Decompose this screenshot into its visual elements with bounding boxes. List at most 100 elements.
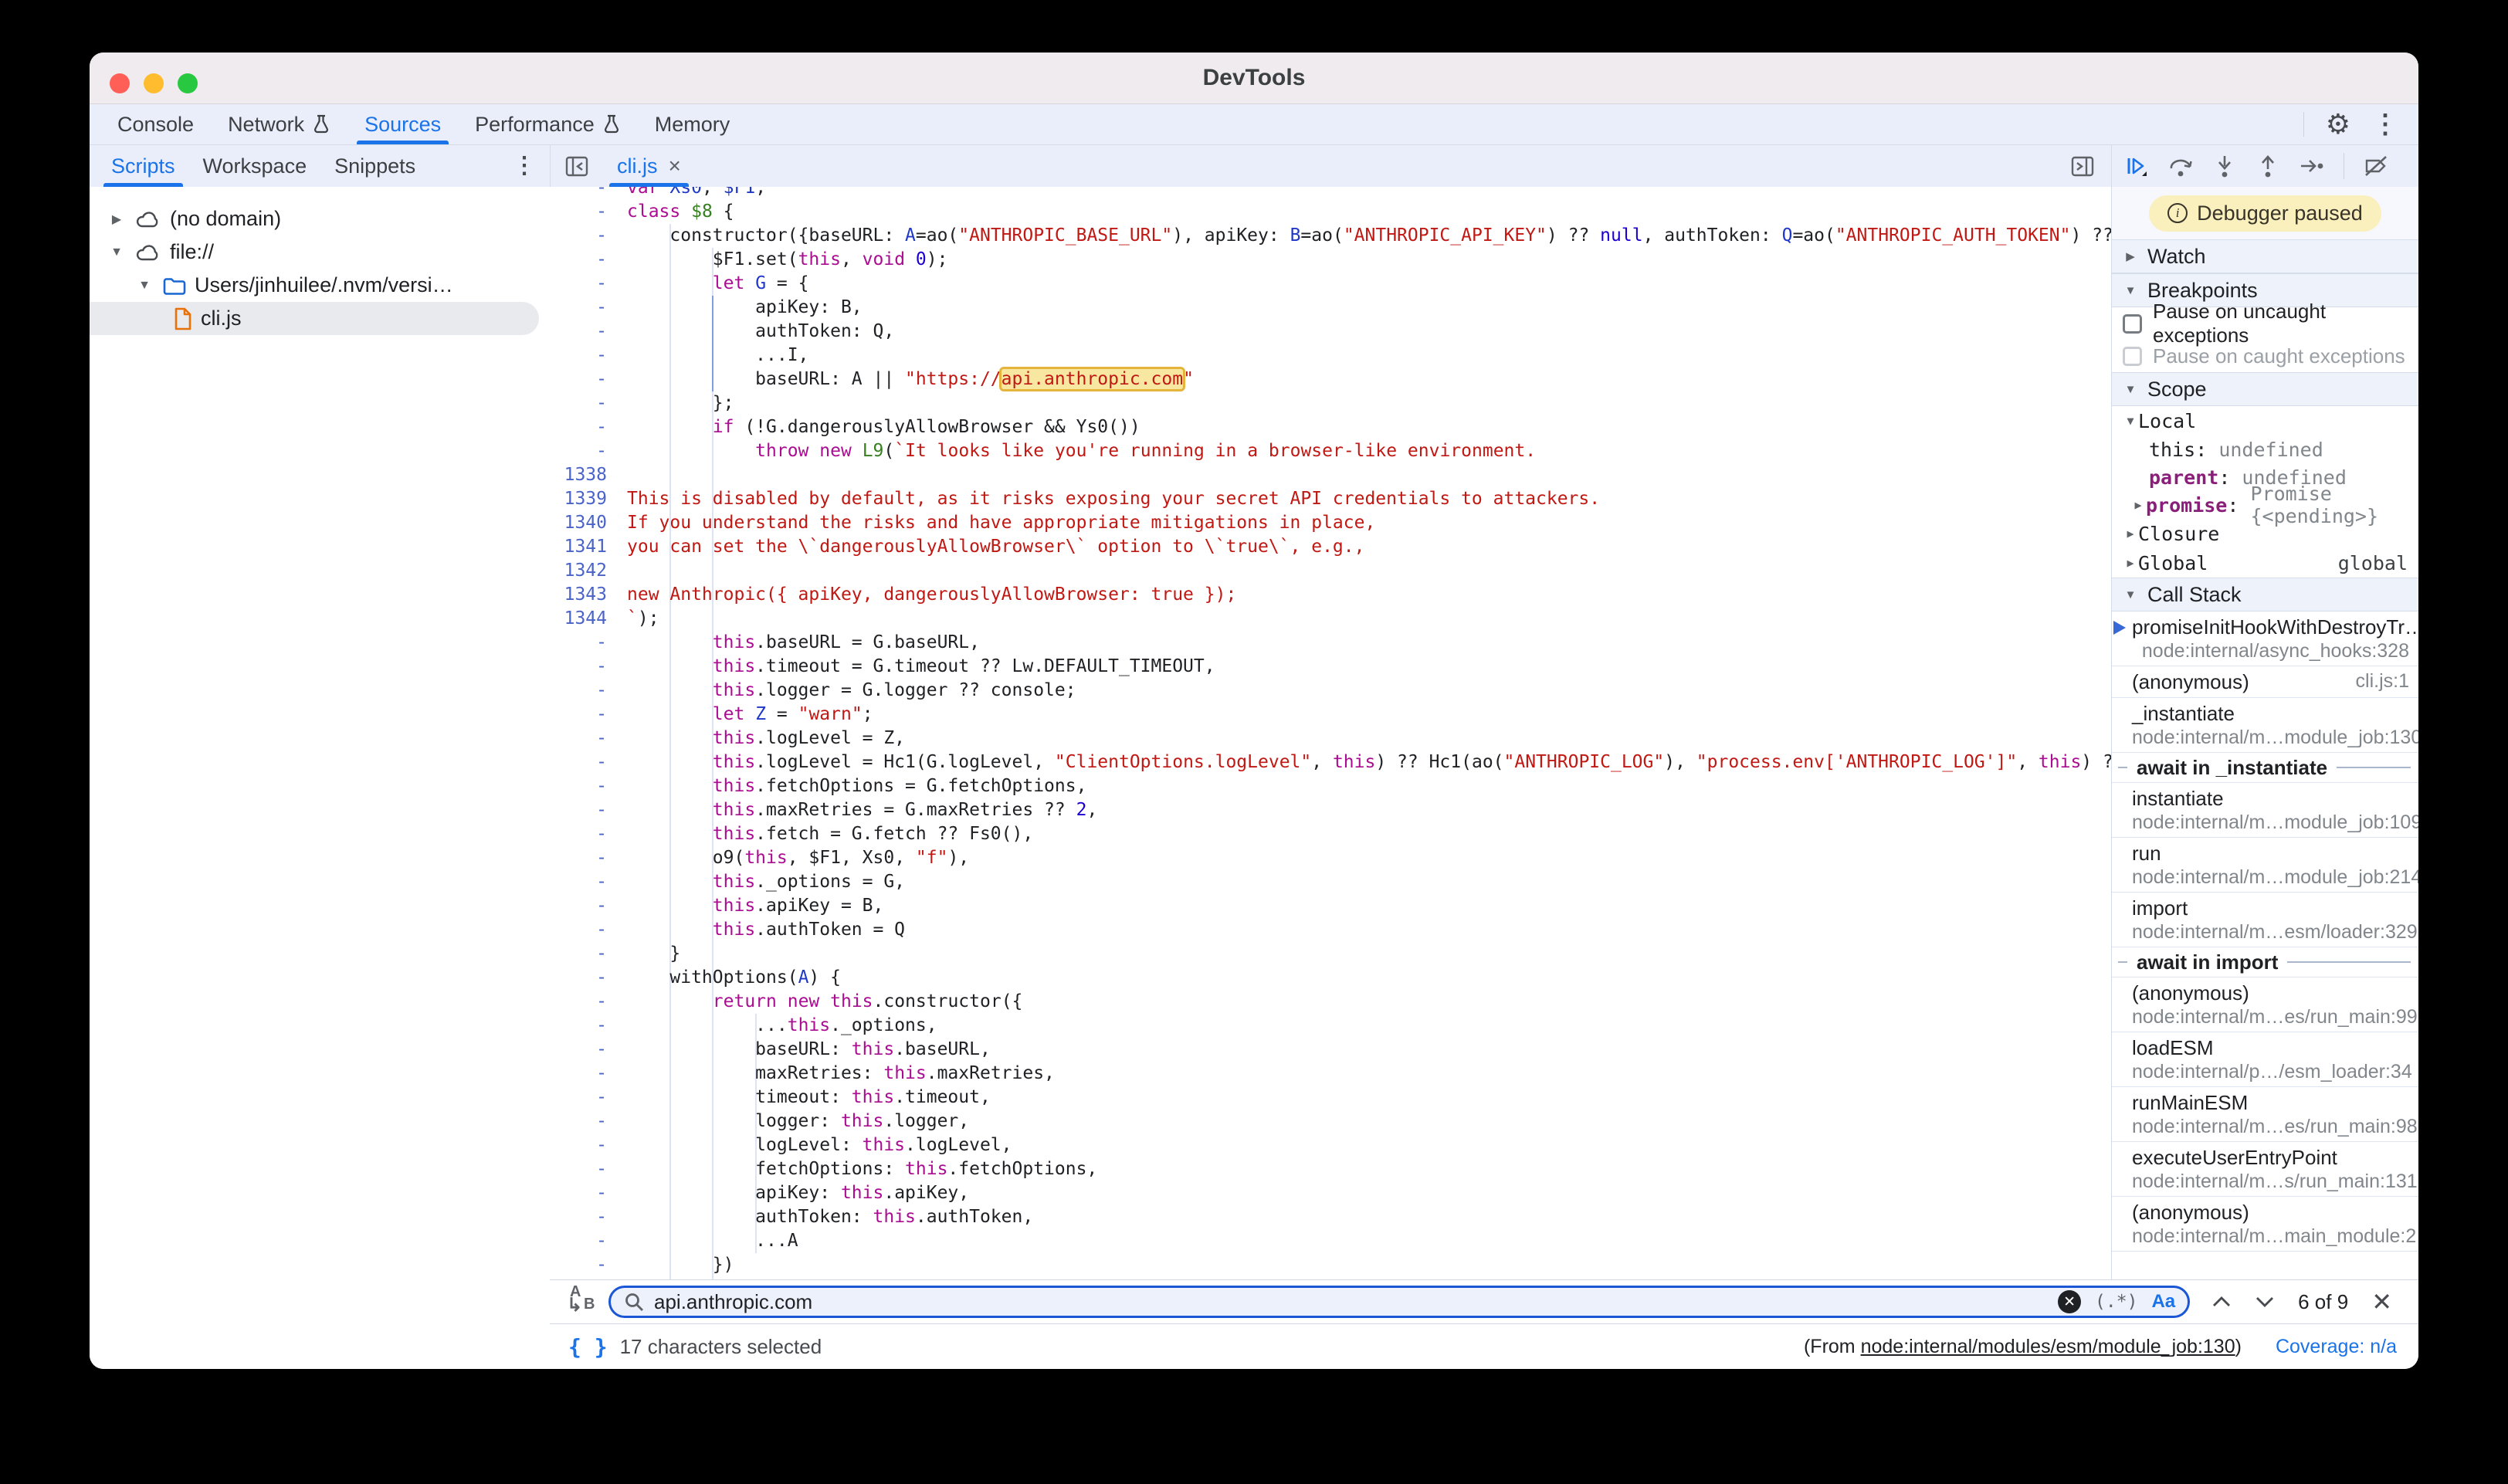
- code-line[interactable]: - }: [550, 1277, 2111, 1279]
- deactivate-breakpoints-icon[interactable]: [2363, 154, 2389, 178]
- code-line[interactable]: - ...I,: [550, 344, 2111, 368]
- chevron-right-icon[interactable]: ▶: [2123, 556, 2138, 570]
- code-line[interactable]: - if (!G.dangerouslyAllowBrowser && Ys0(…: [550, 415, 2111, 439]
- code-line[interactable]: - authToken: Q,: [550, 320, 2111, 344]
- scope-var-this[interactable]: this: undefined: [2112, 435, 2418, 463]
- gutter-line-number[interactable]: 1338: [550, 463, 624, 487]
- chevron-down-icon[interactable]: ▼: [2123, 284, 2138, 297]
- gutter-line-number[interactable]: -: [550, 224, 624, 248]
- code-line[interactable]: - this.apiKey = B,: [550, 894, 2111, 918]
- gutter-line-number[interactable]: 1339: [550, 487, 624, 511]
- scope-global[interactable]: ▶ Global global: [2112, 548, 2418, 578]
- next-match-icon[interactable]: [2255, 1295, 2275, 1309]
- call-stack-frame[interactable]: runnode:internal/m…module_job:214: [2112, 838, 2418, 893]
- tree-item-file-root[interactable]: ▼ file://: [90, 235, 550, 269]
- code-line[interactable]: 1343new Anthropic({ apiKey, dangerouslyA…: [550, 583, 2111, 607]
- gutter-line-number[interactable]: -: [550, 1277, 624, 1279]
- gutter-line-number[interactable]: -: [550, 822, 624, 846]
- call-stack-frame[interactable]: (anonymous)node:internal/m…es/run_main:9…: [2112, 977, 2418, 1032]
- code-line[interactable]: 1344`);: [550, 607, 2111, 631]
- code-line[interactable]: - this.logLevel = Z,: [550, 727, 2111, 750]
- code-line[interactable]: - baseURL: A || "https://api.anthropic.c…: [550, 368, 2111, 391]
- code-line[interactable]: - apiKey: this.apiKey,: [550, 1181, 2111, 1205]
- gutter-line-number[interactable]: -: [550, 703, 624, 727]
- code-line[interactable]: -class $8 {: [550, 200, 2111, 224]
- code-line[interactable]: - $F1.set(this, void 0);: [550, 248, 2111, 272]
- chevron-down-icon[interactable]: ▼: [2123, 414, 2138, 428]
- code-line[interactable]: - let Z = "warn";: [550, 703, 2111, 727]
- gutter-line-number[interactable]: 1340: [550, 511, 624, 535]
- gutter-line-number[interactable]: 1343: [550, 583, 624, 607]
- gutter-line-number[interactable]: -: [550, 1229, 624, 1253]
- regex-toggle[interactable]: (.*): [2095, 1292, 2137, 1312]
- code-line[interactable]: - o9(this, $F1, Xs0, "f"),: [550, 846, 2111, 870]
- code-line[interactable]: - logger: this.logger,: [550, 1110, 2111, 1133]
- settings-gear-icon[interactable]: ⚙: [2326, 110, 2350, 138]
- gutter-line-number[interactable]: 1342: [550, 559, 624, 583]
- checkbox[interactable]: [2123, 347, 2142, 366]
- gutter-line-number[interactable]: -: [550, 415, 624, 439]
- gutter-line-number[interactable]: -: [550, 1133, 624, 1157]
- gutter-line-number[interactable]: -: [550, 1253, 624, 1277]
- gutter-line-number[interactable]: -: [550, 272, 624, 296]
- gutter-line-number[interactable]: -: [550, 966, 624, 990]
- code-line[interactable]: - this.timeout = G.timeout ?? Lw.DEFAULT…: [550, 655, 2111, 679]
- call-stack-frame[interactable]: loadESMnode:internal/p…/esm_loader:34: [2112, 1032, 2418, 1087]
- resume-script-icon[interactable]: [2124, 154, 2149, 178]
- code-line[interactable]: - };: [550, 391, 2111, 415]
- code-line[interactable]: - this.authToken = Q: [550, 918, 2111, 942]
- call-stack-frame[interactable]: (anonymous)cli.js:1: [2112, 666, 2418, 698]
- code-line[interactable]: 1342: [550, 559, 2111, 583]
- gutter-line-number[interactable]: -: [550, 655, 624, 679]
- gutter-line-number[interactable]: -: [550, 1157, 624, 1181]
- code-line[interactable]: - return new this.constructor({: [550, 990, 2111, 1014]
- call-stack-frame[interactable]: instantiatenode:internal/m…module_job:10…: [2112, 783, 2418, 838]
- pause-uncaught-exceptions-row[interactable]: Pause on uncaught exceptions: [2112, 307, 2418, 340]
- call-stack-frame[interactable]: _instantiatenode:internal/m…module_job:1…: [2112, 698, 2418, 753]
- code-line[interactable]: - timeout: this.timeout,: [550, 1086, 2111, 1110]
- call-stack-frame[interactable]: (anonymous)node:internal/m…main_module:2: [2112, 1197, 2418, 1252]
- tab-scripts[interactable]: Scripts: [97, 145, 189, 187]
- step-over-icon[interactable]: [2167, 154, 2194, 178]
- tree-item-no-domain[interactable]: ▶ (no domain): [90, 202, 550, 235]
- call-stack-frame[interactable]: promiseInitHookWithDestroyTr…node:intern…: [2112, 612, 2418, 666]
- chevron-right-icon[interactable]: ▶: [2123, 249, 2138, 263]
- hide-navigator-icon[interactable]: [564, 154, 589, 178]
- gutter-line-number[interactable]: -: [550, 894, 624, 918]
- code-line[interactable]: - apiKey: B,: [550, 296, 2111, 320]
- gutter-line-number[interactable]: -: [550, 750, 624, 774]
- gutter-line-number[interactable]: -: [550, 846, 624, 870]
- step-into-icon[interactable]: [2212, 154, 2237, 178]
- gutter-line-number[interactable]: -: [550, 990, 624, 1014]
- code-line[interactable]: 1340If you understand the risks and have…: [550, 511, 2111, 535]
- tab-console[interactable]: Console: [100, 104, 211, 144]
- code-line[interactable]: - throw new L9(`It looks like you're run…: [550, 439, 2111, 463]
- code-line[interactable]: -var Xs0, $F1;: [550, 187, 2111, 200]
- code-line[interactable]: - logLevel: this.logLevel,: [550, 1133, 2111, 1157]
- code-line[interactable]: 1338: [550, 463, 2111, 487]
- step-out-icon[interactable]: [2256, 154, 2280, 178]
- code-line[interactable]: - }: [550, 942, 2111, 966]
- code-line[interactable]: - ...A: [550, 1229, 2111, 1253]
- tab-network[interactable]: Network: [211, 104, 347, 144]
- code-line[interactable]: - this._options = G,: [550, 870, 2111, 894]
- code-line[interactable]: - ...this._options,: [550, 1014, 2111, 1038]
- gutter-line-number[interactable]: -: [550, 942, 624, 966]
- gutter-line-number[interactable]: -: [550, 320, 624, 344]
- gutter-line-number[interactable]: -: [550, 344, 624, 368]
- pretty-print-icon[interactable]: { }: [568, 1334, 608, 1360]
- tab-memory[interactable]: Memory: [638, 104, 747, 144]
- step-icon[interactable]: [2299, 154, 2325, 178]
- gutter-line-number[interactable]: -: [550, 1038, 624, 1062]
- code-editor[interactable]: -var Xs0, $F1;-class $8 {- constructor({…: [550, 187, 2111, 1279]
- code-line[interactable]: 1341you can set the \`dangerouslyAllowBr…: [550, 535, 2111, 559]
- gutter-line-number[interactable]: -: [550, 1086, 624, 1110]
- call-stack-frame[interactable]: runMainESMnode:internal/m…es/run_main:98: [2112, 1087, 2418, 1142]
- code-line[interactable]: - this.maxRetries = G.maxRetries ?? 2,: [550, 798, 2111, 822]
- chevron-right-icon[interactable]: ▶: [107, 212, 127, 227]
- replace-toggle-icon[interactable]: A↳B: [565, 1285, 599, 1319]
- code-line[interactable]: - baseURL: this.baseURL,: [550, 1038, 2111, 1062]
- gutter-line-number[interactable]: -: [550, 187, 624, 200]
- code-line[interactable]: - this.logger = G.logger ?? console;: [550, 679, 2111, 703]
- gutter-line-number[interactable]: -: [550, 391, 624, 415]
